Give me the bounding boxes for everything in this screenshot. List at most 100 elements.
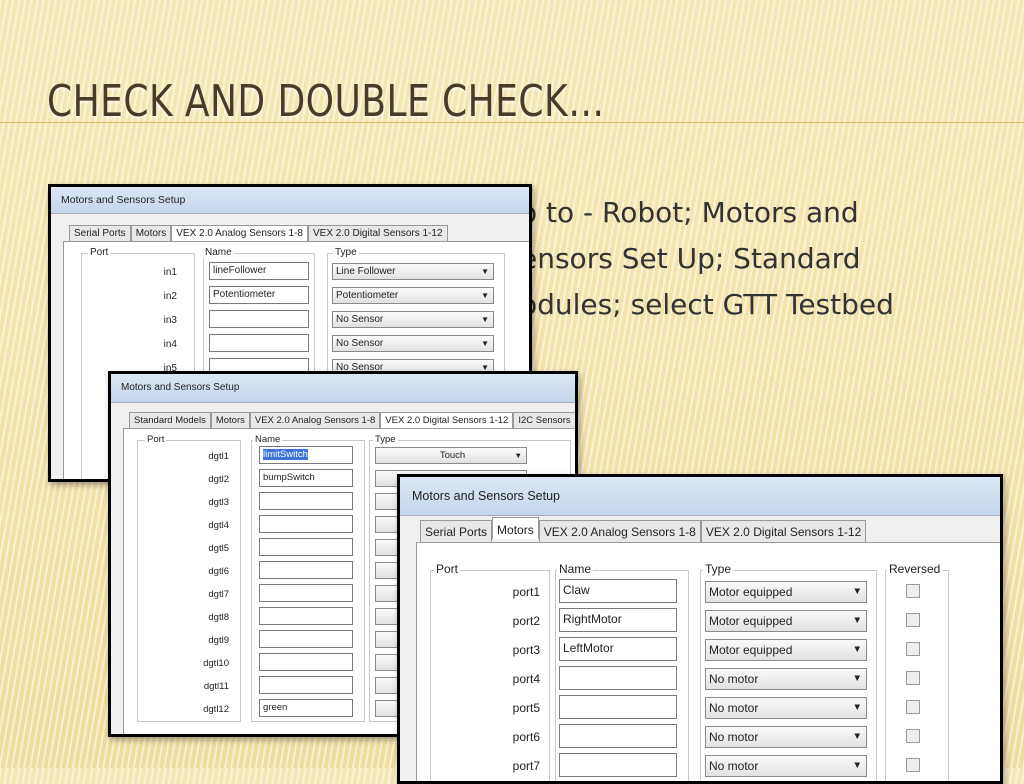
bullet-line: ensors Set Up; Standard — [520, 242, 861, 275]
chevron-down-icon: ▼ — [514, 451, 522, 460]
name-field[interactable] — [259, 584, 353, 602]
type-select[interactable]: No motor ▼ — [705, 726, 867, 748]
slide-title: CHECK AND DOUBLE CHECK… — [47, 76, 605, 127]
name-field[interactable] — [259, 653, 353, 671]
tab-motors[interactable]: Motors — [210, 412, 250, 428]
type-select[interactable]: Motor equipped ▼ — [705, 639, 867, 661]
tab-i2c-sensors[interactable]: I2C Sensors — [513, 412, 575, 428]
type-select-value: Motor equipped — [709, 614, 793, 628]
port-label: in3 — [163, 315, 177, 326]
tab-analog-sensors[interactable]: VEX 2.0 Analog Sensors 1-8 — [249, 412, 381, 428]
name-field[interactable] — [559, 724, 677, 748]
chevron-down-icon: ▼ — [852, 644, 863, 655]
type-select[interactable]: Touch ▼ — [375, 447, 527, 464]
name-field[interactable] — [259, 630, 353, 648]
port-label: dgtl4 — [208, 520, 229, 531]
type-select[interactable]: No Sensor ▼ — [332, 311, 494, 328]
port-label: port3 — [512, 643, 540, 657]
port-label: dgtl5 — [208, 543, 229, 554]
type-select-value: Touch — [439, 450, 466, 461]
reversed-checkbox[interactable] — [906, 700, 920, 714]
name-field[interactable] — [209, 310, 309, 328]
port-label: port4 — [512, 672, 540, 686]
reversed-checkbox[interactable] — [906, 642, 920, 656]
name-field[interactable]: Claw — [559, 579, 677, 603]
type-select[interactable]: Motor equipped ▼ — [705, 610, 867, 632]
port-label: in4 — [163, 339, 177, 350]
port-label: in1 — [163, 267, 177, 278]
name-field[interactable]: bumpSwitch — [259, 469, 353, 487]
name-field[interactable] — [259, 538, 353, 556]
name-field[interactable] — [259, 607, 353, 625]
tab-bar: Standard Models Motors VEX 2.0 Analog Se… — [129, 412, 575, 428]
port-label: dgtl7 — [208, 589, 229, 600]
name-field[interactable]: Potentiometer — [209, 286, 309, 304]
chevron-down-icon: ▼ — [481, 291, 489, 300]
name-field[interactable] — [559, 666, 677, 690]
name-field[interactable] — [259, 676, 353, 694]
tab-motors[interactable]: Motors — [130, 225, 172, 241]
port-label: port7 — [512, 759, 540, 773]
reversed-checkbox[interactable] — [906, 584, 920, 598]
tab-serial-ports[interactable]: Serial Ports — [69, 225, 131, 241]
type-select[interactable]: Motor equipped ▼ — [705, 581, 867, 603]
dialog-title: Motors and Sensors Setup — [400, 477, 1000, 516]
tab-digital-sensors[interactable]: VEX 2.0 Digital Sensors 1-12 — [308, 225, 448, 241]
type-select-value: No motor — [709, 701, 759, 715]
tab-standard-models[interactable]: Standard Models — [129, 412, 211, 428]
type-select[interactable]: No motor ▼ — [705, 755, 867, 777]
name-field[interactable] — [259, 515, 353, 533]
port-label: dgtl6 — [208, 566, 229, 577]
dialog-title: Motors and Sensors Setup — [111, 374, 575, 403]
name-field[interactable]: green — [259, 699, 353, 717]
tab-analog-sensors[interactable]: VEX 2.0 Analog Sensors 1-8 — [538, 520, 701, 542]
chevron-down-icon: ▼ — [481, 267, 489, 276]
port-label: dgtl11 — [203, 681, 229, 692]
name-field[interactable]: lineFollower — [209, 262, 309, 280]
type-select[interactable]: No motor ▼ — [705, 697, 867, 719]
type-select-value: Motor equipped — [709, 585, 793, 599]
name-field-value: limitSwitch — [263, 449, 308, 460]
dialog-title: Motors and Sensors Setup — [51, 187, 529, 214]
tab-serial-ports[interactable]: Serial Ports — [420, 520, 493, 542]
port-header: Port — [88, 247, 111, 258]
tab-analog-sensors[interactable]: VEX 2.0 Analog Sensors 1-8 — [171, 225, 308, 241]
chevron-down-icon: ▼ — [481, 315, 489, 324]
tab-digital-sensors[interactable]: VEX 2.0 Digital Sensors 1-12 — [700, 520, 867, 542]
port-header: Port — [434, 562, 461, 576]
reversed-header: Reversed — [887, 562, 943, 576]
name-field[interactable] — [559, 753, 677, 777]
tab-motors[interactable]: Motors — [492, 517, 539, 539]
chevron-down-icon: ▼ — [852, 760, 863, 771]
tab-bar: Serial Ports Motors VEX 2.0 Analog Senso… — [69, 225, 448, 241]
type-select-value: No motor — [709, 730, 759, 744]
name-header: Name — [557, 562, 594, 576]
chevron-down-icon: ▼ — [852, 731, 863, 742]
reversed-checkbox[interactable] — [906, 758, 920, 772]
type-select-value: Motor equipped — [709, 643, 793, 657]
port-label: dgtl12 — [203, 704, 229, 715]
name-header: Name — [203, 247, 234, 258]
name-field[interactable] — [259, 492, 353, 510]
tab-digital-sensors[interactable]: VEX 2.0 Digital Sensors 1-12 — [380, 412, 514, 428]
type-select[interactable]: Potentiometer ▼ — [332, 287, 494, 304]
chevron-down-icon: ▼ — [481, 339, 489, 348]
type-select[interactable]: Line Follower ▼ — [332, 263, 494, 280]
reversed-checkbox[interactable] — [906, 729, 920, 743]
name-field[interactable] — [559, 695, 677, 719]
port-label: dgtl3 — [208, 497, 229, 508]
type-select[interactable]: No Sensor ▼ — [332, 335, 494, 352]
type-select-value: No Sensor — [336, 338, 384, 349]
name-field[interactable] — [209, 334, 309, 352]
type-header: Type — [333, 247, 359, 258]
reversed-checkbox[interactable] — [906, 671, 920, 685]
chevron-down-icon: ▼ — [852, 586, 863, 597]
type-select[interactable]: No motor ▼ — [705, 668, 867, 690]
name-field[interactable]: limitSwitch — [259, 446, 353, 464]
name-field[interactable]: LeftMotor — [559, 637, 677, 661]
name-field[interactable] — [259, 561, 353, 579]
reversed-checkbox[interactable] — [906, 613, 920, 627]
port-header: Port — [145, 434, 167, 445]
name-field[interactable]: RightMotor — [559, 608, 677, 632]
type-header: Type — [703, 562, 734, 576]
